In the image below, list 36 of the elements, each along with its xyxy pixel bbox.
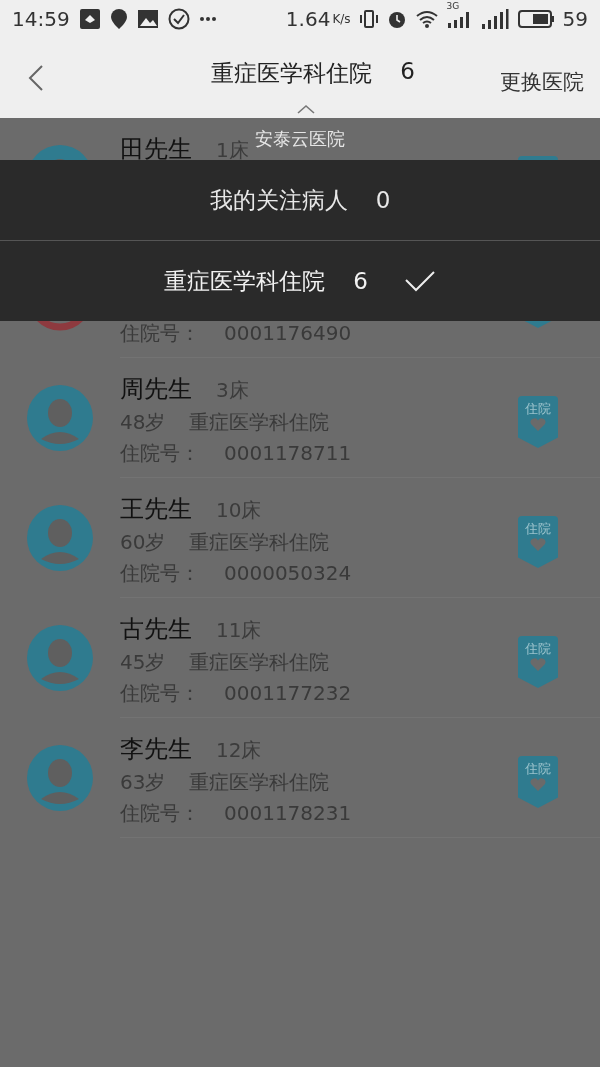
patient-name: 古先生: [120, 613, 192, 645]
header-title[interactable]: 重症医学科住院: [211, 58, 373, 89]
signal-icon: [480, 8, 509, 30]
network-type: 3G: [446, 1, 460, 11]
back-icon[interactable]: [28, 64, 44, 92]
vibrate-icon: [358, 9, 379, 29]
header-count: 6: [400, 58, 415, 86]
network-speed: 1.64: [285, 7, 331, 31]
check-icon: [403, 270, 436, 292]
filter-option[interactable]: 我的关注病人 0: [0, 160, 600, 240]
map-pin-icon: [109, 8, 128, 30]
battery-icon: [516, 9, 555, 29]
avatar-icon: [27, 625, 93, 691]
patient-name: 周先生: [120, 373, 192, 405]
check-circle-icon: [167, 8, 190, 30]
caret-up-icon[interactable]: [296, 104, 316, 114]
change-hospital-link[interactable]: 更换医院: [500, 68, 584, 96]
avatar-icon: [27, 505, 93, 571]
patient-name: 王先生: [120, 493, 192, 525]
filter-option[interactable]: 重症医学科住院 6: [0, 240, 600, 321]
more-icon: [198, 16, 217, 22]
inpatient-badge: 住院: [518, 516, 558, 568]
status-time: 14:59: [12, 7, 70, 31]
avatar-icon: [27, 385, 93, 451]
wifi-icon: [414, 10, 439, 28]
avatar-icon: [27, 745, 93, 811]
battery-level: 59: [562, 7, 588, 31]
inpatient-badge: 住院: [518, 636, 558, 688]
alarm-icon: [386, 9, 407, 29]
app-notification-icon: [78, 8, 101, 30]
patient-name: 李先生: [120, 733, 192, 765]
speed-unit: K/s: [332, 12, 351, 26]
inpatient-badge: 住院: [518, 756, 558, 808]
inpatient-badge: 住院: [518, 396, 558, 448]
image-icon: [136, 9, 159, 29]
hospital-name: 安泰云医院: [255, 127, 345, 151]
